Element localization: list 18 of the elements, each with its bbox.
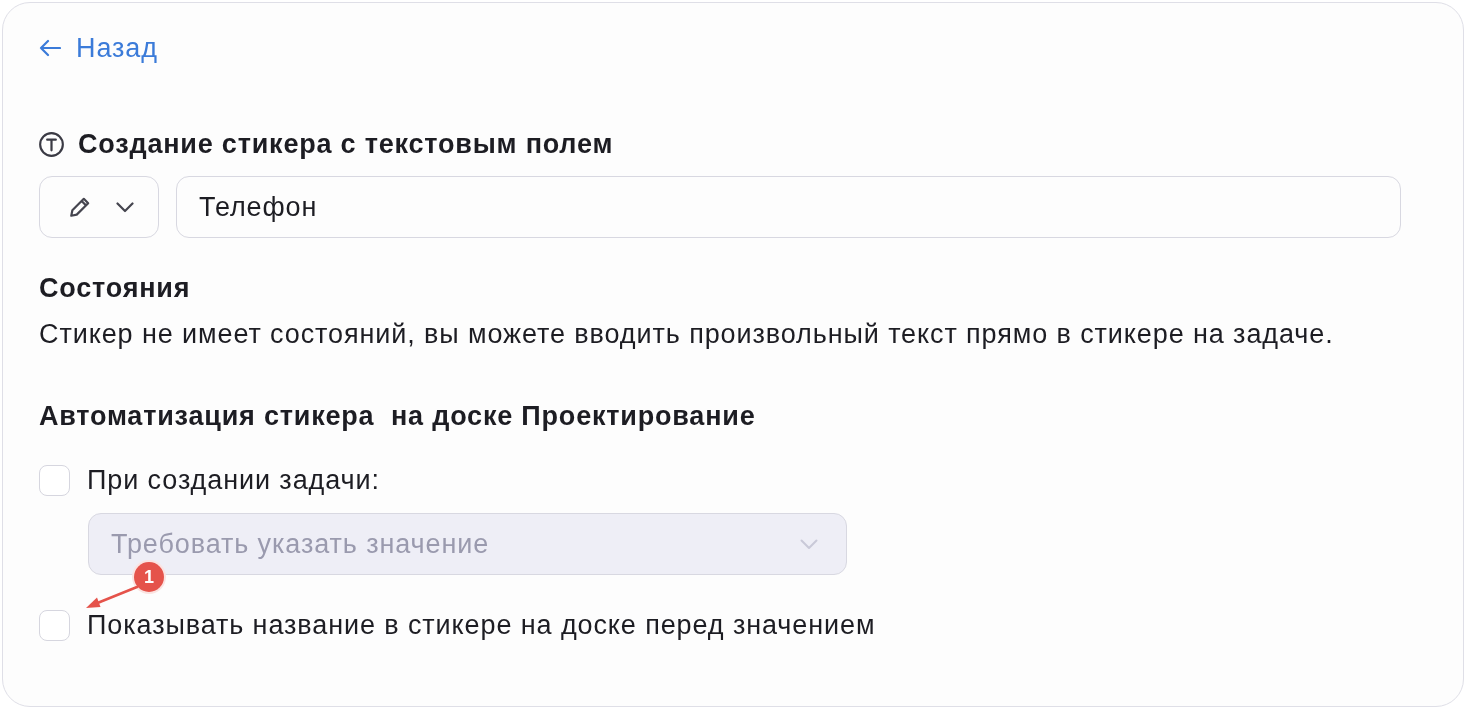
icon-picker-button[interactable] <box>39 176 159 238</box>
chevron-down-icon <box>116 201 134 213</box>
sticker-name-field[interactable]: Телефон <box>176 176 1401 238</box>
arrow-left-icon <box>39 39 61 57</box>
checkbox-label: Показывать название в стикере на доске перед значением <box>87 609 876 641</box>
chevron-down-icon <box>800 538 818 550</box>
checkbox-label: При создании задачи: <box>87 464 380 496</box>
annotation-arrow <box>85 585 139 611</box>
section-description: Стикер не имеет состояний, вы можете вводить произвольный текст прямо в стикере на задаче. <box>39 318 1334 350</box>
page-title: Создание стикера с текстовым полем <box>78 128 614 160</box>
back-link[interactable]: Назад <box>39 32 158 64</box>
checkbox[interactable] <box>39 609 70 641</box>
annotation-badge: 1 <box>134 562 164 592</box>
pencil-icon <box>68 195 92 219</box>
checkbox[interactable] <box>39 464 70 496</box>
section-heading: Автоматизация стикера на доске Проектирование <box>39 400 756 432</box>
section-heading: Состояния <box>39 272 191 304</box>
text-field-icon <box>39 131 64 157</box>
